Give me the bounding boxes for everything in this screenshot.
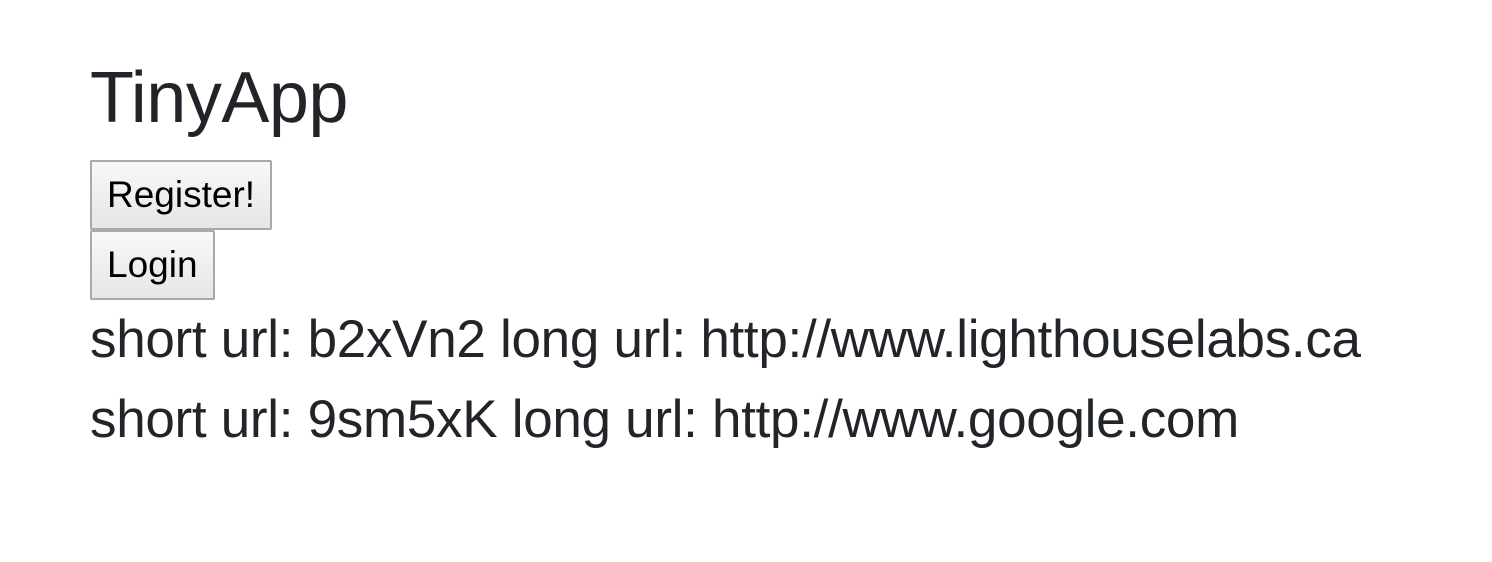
url-list: short url: b2xVn2 long url: http://www.l… — [90, 300, 1361, 460]
login-button[interactable]: Login — [90, 230, 215, 300]
long-url-label: long url: — [500, 310, 686, 369]
long-url-value: http://www.google.com — [712, 390, 1239, 449]
short-url-label: short url: — [90, 390, 294, 449]
long-url-label: long url: — [511, 390, 698, 449]
short-url-value: 9sm5xK — [307, 390, 498, 449]
short-url-value: b2xVn2 — [307, 310, 486, 369]
short-url-label: short url: — [90, 310, 294, 369]
page-title: TinyApp — [90, 58, 348, 138]
register-button[interactable]: Register! — [90, 160, 273, 230]
url-list-item: short url: b2xVn2 long url: http://www.l… — [90, 300, 1361, 380]
url-list-item: short url: 9sm5xK long url: http://www.g… — [90, 380, 1361, 460]
long-url-value: http://www.lighthouselabs.ca — [700, 310, 1361, 369]
